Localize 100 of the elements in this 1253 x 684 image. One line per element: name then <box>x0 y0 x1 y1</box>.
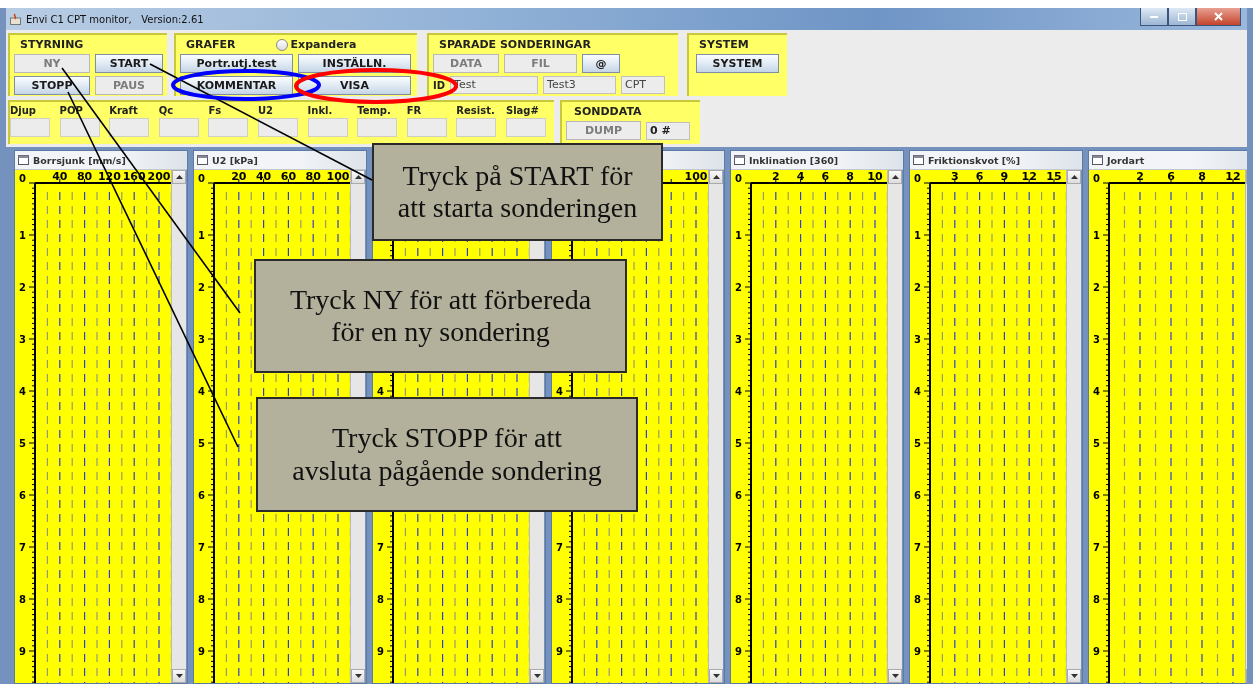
maximize-icon <box>1177 12 1187 21</box>
depth-label: 4 <box>735 386 742 397</box>
depth-label: 2 <box>914 282 921 293</box>
scroll-up-icon[interactable] <box>354 175 362 179</box>
text-field[interactable]: CPT <box>621 76 666 94</box>
reading-label: Qc <box>158 105 175 116</box>
depth-label: 8 <box>1093 594 1100 605</box>
depth-label: 5 <box>19 438 26 449</box>
button[interactable]: START <box>95 54 163 73</box>
panel-title: SYSTEM <box>698 38 750 51</box>
tick-label: 6 <box>975 170 984 183</box>
counter-field[interactable]: 0 # <box>646 121 690 140</box>
depth-label: 9 <box>19 646 26 657</box>
panel-title: STYRNING <box>19 38 85 51</box>
depth-label: 0 <box>19 173 26 184</box>
reading-label: Kraft <box>109 105 139 116</box>
reading-label: Djup <box>10 105 37 116</box>
window-icon <box>734 155 745 165</box>
reading-field[interactable] <box>158 118 199 137</box>
depth-label: 4 <box>556 386 563 397</box>
scroll-down-icon[interactable] <box>354 674 362 678</box>
button[interactable]: @ <box>582 54 620 73</box>
depth-label: 0 <box>735 173 742 184</box>
panel-title: SPARADE SONDERINGAR <box>438 38 592 51</box>
scroll-up-icon[interactable] <box>891 175 899 179</box>
scroll-down-icon[interactable] <box>891 674 899 678</box>
depth-label: 7 <box>1093 542 1100 553</box>
depth-label: 9 <box>198 646 205 657</box>
tick-label: 60 <box>280 170 297 183</box>
depth-label: 2 <box>198 282 205 293</box>
tick-label: 3 <box>950 170 959 183</box>
depth-label: 9 <box>914 646 921 657</box>
depth-label: 5 <box>1093 438 1100 449</box>
scroll-up-icon[interactable] <box>175 175 183 179</box>
reading-label: Fs <box>208 105 223 116</box>
text-field[interactable]: Test3 <box>543 76 617 94</box>
depth-label: 6 <box>198 490 205 501</box>
graph-title: Jordart <box>1107 154 1145 166</box>
window-icon <box>197 155 208 165</box>
scroll-down-icon[interactable] <box>1070 674 1078 678</box>
tick-label: 8 <box>846 170 855 183</box>
button[interactable]: KOMMENTAR <box>180 76 293 95</box>
reading-field[interactable] <box>307 118 348 137</box>
reading-field[interactable] <box>208 118 249 137</box>
tick-label: 200 <box>147 170 171 183</box>
tick-label: 12 <box>1225 170 1241 183</box>
depth-label: 8 <box>377 594 384 605</box>
depth-label: 0 <box>198 173 205 184</box>
tick-label: 100 <box>326 170 350 183</box>
reading-field[interactable] <box>257 118 298 137</box>
depth-label: 7 <box>914 542 921 553</box>
graph-title: Inklination [360] <box>749 154 839 166</box>
depth-label: 5 <box>198 438 205 449</box>
depth-label: 4 <box>377 386 384 397</box>
depth-label: 6 <box>735 490 742 501</box>
scroll-up-icon[interactable] <box>1070 175 1078 179</box>
minimize-icon <box>1150 15 1158 18</box>
depth-label: 6 <box>1093 490 1100 501</box>
reading-label: Temp. <box>357 105 392 116</box>
reading-field[interactable] <box>10 118 50 137</box>
depth-label: 7 <box>735 542 742 553</box>
depth-label: 7 <box>377 542 384 553</box>
scroll-up-icon[interactable] <box>712 175 720 179</box>
reading-field[interactable] <box>59 118 100 137</box>
app-icon <box>10 13 21 25</box>
scroll-down-icon[interactable] <box>175 674 183 678</box>
depth-label: 2 <box>735 282 742 293</box>
maximize-button[interactable] <box>1168 8 1196 26</box>
tick-label: 8 <box>1198 170 1206 183</box>
depth-label: 9 <box>735 646 742 657</box>
scroll-down-icon[interactable] <box>533 674 541 678</box>
depth-label: 8 <box>19 594 26 605</box>
graph-title: U2 [kPa] <box>212 154 258 166</box>
expand-radio[interactable]: Expandera <box>275 38 357 51</box>
close-button[interactable] <box>1196 8 1241 26</box>
system-button[interactable]: SYSTEM <box>696 54 779 73</box>
reading-field[interactable] <box>505 118 546 137</box>
depth-label: 4 <box>1093 386 1100 397</box>
depth-label: 9 <box>1093 646 1100 657</box>
button[interactable]: STOPP <box>14 76 90 95</box>
minimize-button[interactable] <box>1140 8 1168 26</box>
scroll-down-icon[interactable] <box>712 674 720 678</box>
depth-label: 3 <box>198 334 205 345</box>
tick-label: 10 <box>867 170 883 183</box>
tick-label: 9 <box>1000 170 1009 183</box>
reading-field[interactable] <box>456 118 497 137</box>
reading-label: U2 <box>257 105 275 116</box>
depth-label: 1 <box>914 230 921 241</box>
tick-label: 2 <box>1136 170 1144 183</box>
reading-field[interactable] <box>109 118 150 137</box>
depth-label: 3 <box>1093 334 1100 345</box>
window-title: Envi C1 CPT monitor, Version:2.61 <box>26 13 204 25</box>
callout-note: Tryck STOPP för att avsluta pågående sondering <box>256 397 638 512</box>
depth-label: 8 <box>198 594 205 605</box>
reading-field[interactable] <box>357 118 398 137</box>
depth-label: 4 <box>914 386 921 397</box>
callout-note: Tryck NY för att förbereda för en ny sondering <box>254 259 627 373</box>
reading-field[interactable] <box>406 118 447 137</box>
depth-label: 9 <box>377 646 384 657</box>
depth-label: 7 <box>556 542 563 553</box>
